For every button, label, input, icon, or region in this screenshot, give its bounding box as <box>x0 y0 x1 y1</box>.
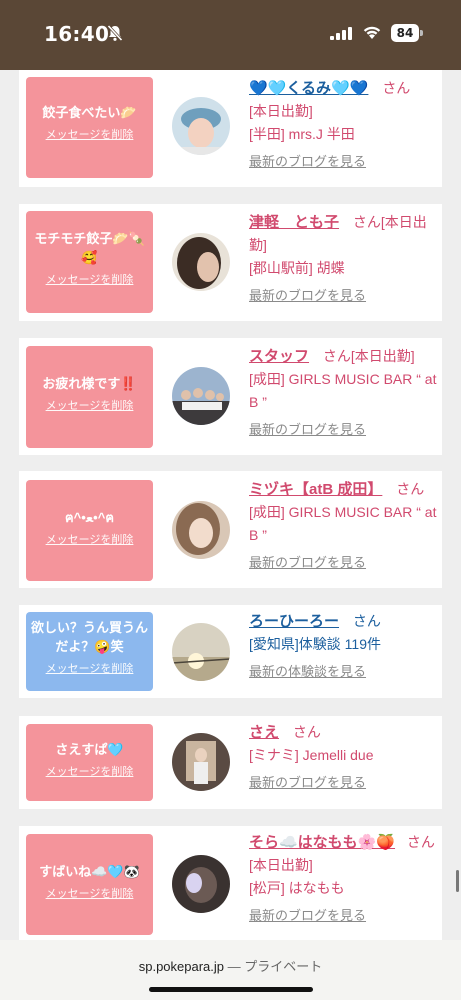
honorific: さん[本日出勤] <box>322 348 415 364</box>
message-feed[interactable]: 餃子食べたい🥟 メッセージを削除 💙🩵くるみ🩵💙 さん [本日出勤] [半田] … <box>0 70 461 940</box>
message-card: さえすぱ🩵 メッセージを削除 さえ さん [ミナミ] Jemelli due 最… <box>19 716 442 809</box>
url-separator: — <box>224 959 245 974</box>
honorific: さん <box>396 481 425 497</box>
delete-message-link[interactable]: メッセージを削除 <box>30 126 149 142</box>
avatar[interactable] <box>172 97 230 155</box>
message-text: 餃子食べたい🥟 <box>42 105 137 120</box>
signal-icon <box>330 27 352 45</box>
avatar[interactable] <box>172 233 230 291</box>
latest-blog-link[interactable]: 最新のブログを見る <box>249 284 439 307</box>
detail-line: [ミナミ] Jemelli due <box>249 747 374 763</box>
girl-info: 津軽 とも子 さん[本日出勤] [郡山駅前] 胡蝶 最新のブログを見る <box>249 211 439 307</box>
avatar[interactable] <box>172 367 230 425</box>
latest-experience-link[interactable]: 最新の体験談を見る <box>249 660 439 683</box>
message-card: 餃子食べたい🥟 メッセージを削除 💙🩵くるみ🩵💙 さん [本日出勤] [半田] … <box>19 70 442 187</box>
girl-info: ろーひーろー さん [愛知県]体験談 119件 最新の体験談を見る <box>249 610 439 683</box>
girl-name-link[interactable]: スタッフ <box>249 348 309 365</box>
experience-name-link[interactable]: ろーひーろー <box>249 613 339 630</box>
message-text: モチモチ餃子🥟🍡🥰 <box>34 231 145 265</box>
girl-name-link[interactable]: そら☁️はなもも🌸🍑 <box>249 834 395 851</box>
url-text[interactable]: sp.pokepara.jp — プライベート <box>0 956 461 975</box>
message-bubble: お疲れ様です‼️ メッセージを削除 <box>26 346 153 448</box>
message-bubble: 欲しい？うん買うんだよ？🤪笑 メッセージを削除 <box>26 612 153 691</box>
latest-blog-link[interactable]: 最新のブログを見る <box>249 904 439 927</box>
girl-name-link[interactable]: さえ <box>249 724 279 741</box>
private-mode-label: プライベート <box>244 959 323 974</box>
detail-line: [成田] GIRLS MUSIC BAR “ at B ” <box>249 371 437 410</box>
message-card: モチモチ餃子🥟🍡🥰 メッセージを削除 津軽 とも子 さん[本日出勤] [郡山駅前… <box>19 204 442 321</box>
home-indicator[interactable] <box>149 987 313 992</box>
delete-message-link[interactable]: メッセージを削除 <box>30 885 149 901</box>
delete-message-link[interactable]: メッセージを削除 <box>30 660 149 676</box>
girl-info: スタッフ さん[本日出勤] [成田] GIRLS MUSIC BAR “ at … <box>249 345 439 441</box>
status-time: 16:40 <box>44 22 110 46</box>
message-card: すばいね☁️🩵🐼 メッセージを削除 そら☁️はなもも🌸🍑 さん[本日出勤] [松… <box>19 826 442 940</box>
scrollbar[interactable] <box>456 870 459 892</box>
latest-blog-link[interactable]: 最新のブログを見る <box>249 551 439 574</box>
delete-message-link[interactable]: メッセージを削除 <box>30 763 149 779</box>
message-bubble: さえすぱ🩵 メッセージを削除 <box>26 724 153 801</box>
detail-line: [郡山駅前] 胡蝶 <box>249 260 345 276</box>
status-bar: 16:40 84 <box>0 0 461 70</box>
message-text: 欲しい？うん買うんだよ？🤪笑 <box>30 620 148 654</box>
battery-icon: 84 <box>391 24 419 42</box>
latest-blog-link[interactable]: 最新のブログを見る <box>249 150 439 173</box>
battery-tip <box>420 30 423 36</box>
girl-info: ミヅキ【atB 成田】 さん [成田] GIRLS MUSIC BAR “ at… <box>249 478 439 574</box>
message-bubble: ฅ^•ﻌ•^ฅ メッセージを削除 <box>26 480 153 581</box>
detail-line: [本日出勤] <box>249 103 313 119</box>
girl-info: さえ さん [ミナミ] Jemelli due 最新のブログを見る <box>249 721 439 794</box>
detail-line: [成田] GIRLS MUSIC BAR “ at B ” <box>249 504 437 543</box>
wifi-icon <box>362 25 382 45</box>
message-text: さえすぱ🩵 <box>55 742 124 757</box>
avatar[interactable] <box>172 855 230 913</box>
detail-line: [愛知県]体験談 119件 <box>249 636 381 652</box>
girl-name-link[interactable]: 津軽 とも子 <box>249 214 339 231</box>
message-bubble: すばいね☁️🩵🐼 メッセージを削除 <box>26 834 153 935</box>
avatar[interactable] <box>172 623 230 681</box>
url-domain: sp.pokepara.jp <box>138 959 225 974</box>
detail-line: [松戸] はなもも <box>249 880 345 896</box>
girl-name-link[interactable]: 💙🩵くるみ🩵💙 <box>249 80 368 97</box>
delete-message-link[interactable]: メッセージを削除 <box>30 271 149 287</box>
message-text: ฅ^•ﻌ•^ฅ <box>64 510 115 525</box>
avatar[interactable] <box>172 733 230 791</box>
girl-info: そら☁️はなもも🌸🍑 さん[本日出勤] [松戸] はなもも 最新のブログを見る <box>249 831 439 927</box>
message-card: ฅ^•ﻌ•^ฅ メッセージを削除 ミヅキ【atB 成田】 さん [成田] GIR… <box>19 471 442 588</box>
message-bubble: モチモチ餃子🥟🍡🥰 メッセージを削除 <box>26 211 153 313</box>
honorific: さん <box>382 80 411 96</box>
girl-name-link[interactable]: ミヅキ【atB 成田】 <box>249 481 382 498</box>
honorific: さん <box>352 613 381 629</box>
detail-line: [半田] mrs.J 半田 <box>249 126 355 142</box>
latest-blog-link[interactable]: 最新のブログを見る <box>249 771 439 794</box>
message-card: お疲れ様です‼️ メッセージを削除 スタッフ さん[本日出勤] [成田] GIR… <box>19 338 442 455</box>
delete-message-link[interactable]: メッセージを削除 <box>30 531 149 547</box>
message-bubble: 餃子食べたい🥟 メッセージを削除 <box>26 77 153 178</box>
delete-message-link[interactable]: メッセージを削除 <box>30 397 149 413</box>
message-text: すばいね☁️🩵🐼 <box>39 864 140 879</box>
avatar[interactable] <box>172 501 230 559</box>
honorific: さん <box>292 724 321 740</box>
latest-blog-link[interactable]: 最新のブログを見る <box>249 418 439 441</box>
bell-slash-icon <box>106 24 124 47</box>
message-text: お疲れ様です‼️ <box>42 376 137 391</box>
message-card: 欲しい？うん買うんだよ？🤪笑 メッセージを削除 ろーひーろー さん [愛知県]体… <box>19 605 442 698</box>
girl-info: 💙🩵くるみ🩵💙 さん [本日出勤] [半田] mrs.J 半田 最新のブログを見… <box>249 77 439 173</box>
